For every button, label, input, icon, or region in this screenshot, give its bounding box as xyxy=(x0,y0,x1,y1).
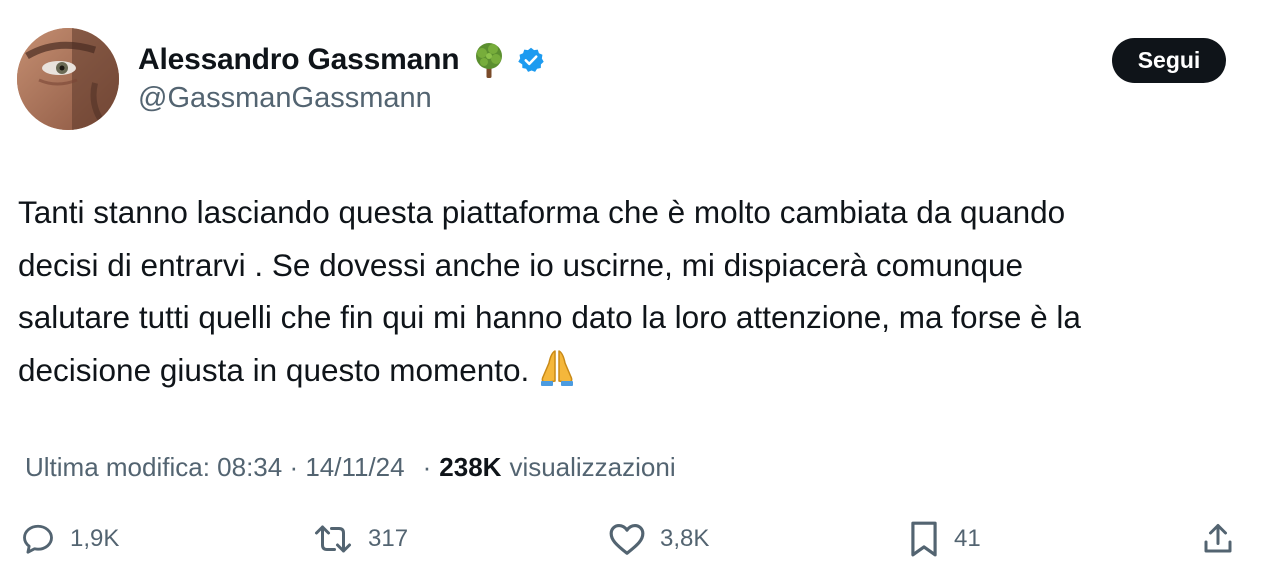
views-count: 238K xyxy=(439,451,502,482)
bookmark-icon xyxy=(908,520,940,558)
bookmark-count: 41 xyxy=(954,525,981,552)
author-name-row: Alessandro Gassmann xyxy=(138,40,545,80)
heart-icon xyxy=(608,521,646,557)
avatar[interactable] xyxy=(17,28,119,130)
author-handle[interactable]: @GassmanGassmann xyxy=(138,82,432,115)
share-icon xyxy=(1200,520,1236,558)
meta-separator: · xyxy=(422,451,432,482)
bookmark-button[interactable]: 41 xyxy=(908,518,981,560)
folded-hands-icon xyxy=(535,347,579,387)
share-button[interactable] xyxy=(1200,518,1236,560)
repost-count: 317 xyxy=(368,525,409,552)
tweet-meta: Ultima modifica: 08:34 · 14/11/24 · 238K… xyxy=(25,448,676,486)
tweet-line-4: decisione giusta in questo momento. xyxy=(18,351,530,388)
follow-button[interactable]: Segui xyxy=(1112,38,1226,83)
like-count: 3,8K xyxy=(660,525,710,552)
tweet-line-3: salutare tutti quelli che fin qui mi han… xyxy=(18,299,1081,335)
tree-emoji-icon xyxy=(471,41,507,79)
reply-button[interactable]: 1,9K xyxy=(20,518,119,560)
tweet-line-2: decisi di entrarvi . Se dovessi anche io… xyxy=(18,246,1024,283)
repost-button[interactable]: 317 xyxy=(312,518,408,560)
views-label: visualizzazioni xyxy=(509,451,676,482)
author-display-name[interactable]: Alessandro Gassmann xyxy=(138,43,460,77)
like-button[interactable]: 3,8K xyxy=(608,518,709,560)
reply-count: 1,9K xyxy=(70,525,120,552)
tweet-line-4-wrapper: decisione giusta in questo momento. xyxy=(18,344,1268,397)
tweet-line-1: Tanti stanno lasciando questa piattaform… xyxy=(18,194,1066,230)
verified-badge-icon xyxy=(517,46,545,74)
reply-icon xyxy=(20,521,56,557)
tweet-text: Tanti stanno lasciando questa piattaform… xyxy=(18,186,1268,396)
edited-timestamp[interactable]: Ultima modifica: 08:34 · 14/11/24 xyxy=(25,452,405,483)
repost-icon xyxy=(312,521,354,557)
